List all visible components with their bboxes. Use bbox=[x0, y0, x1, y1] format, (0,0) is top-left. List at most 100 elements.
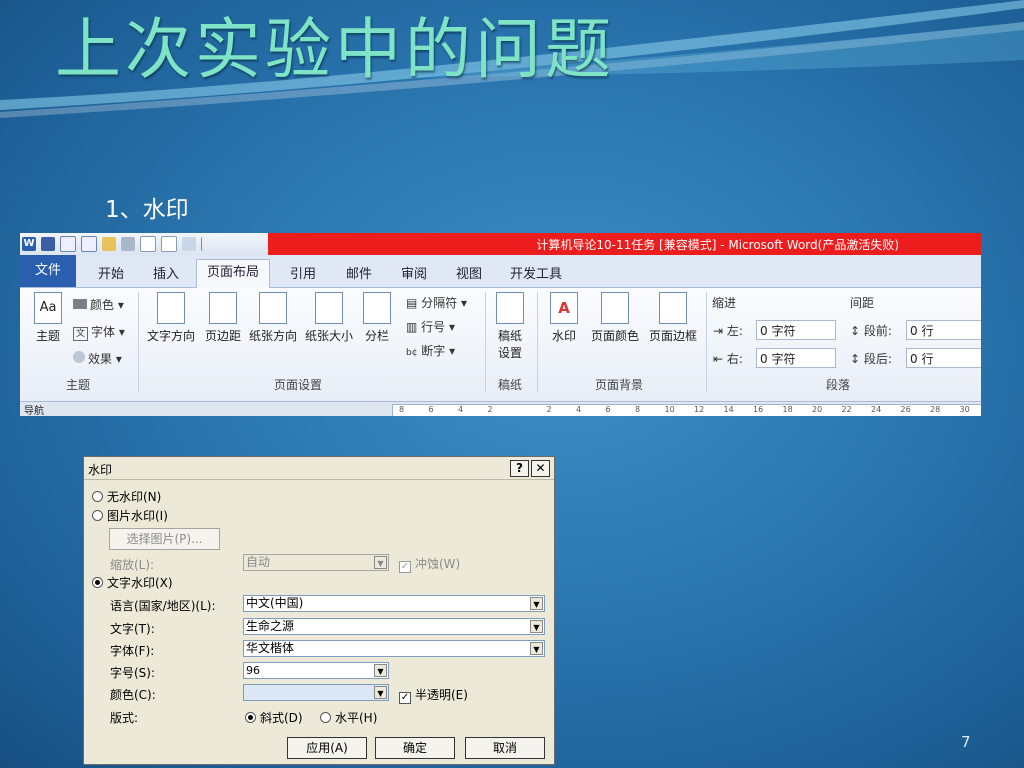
text-watermark-radio[interactable]: 文字水印(X) bbox=[92, 574, 173, 591]
horizontal-radio[interactable]: 水平(H) bbox=[320, 709, 377, 726]
undo-icon[interactable] bbox=[60, 236, 76, 252]
text-direction-button[interactable]: 文字方向 bbox=[144, 292, 198, 344]
breaks-icon: ▤ bbox=[406, 296, 418, 310]
window-title: 计算机导论10-11任务 [兼容模式] - Microsoft Word(产品激… bbox=[536, 238, 899, 252]
print-icon[interactable] bbox=[121, 237, 135, 251]
ruler-tick-label: 8 bbox=[399, 405, 405, 414]
indent-left-input[interactable]: 0 字符 bbox=[756, 320, 836, 340]
margins-button[interactable]: 页边距 bbox=[201, 292, 245, 344]
ruler-tick-label: 2 bbox=[546, 405, 552, 414]
page-color-button[interactable]: 页面颜色 bbox=[587, 292, 643, 344]
spacing-after-input[interactable]: 0 行 bbox=[906, 348, 981, 368]
group-label-themes: 主题 bbox=[66, 378, 91, 392]
close-button[interactable]: ✕ bbox=[531, 460, 550, 477]
page-color-icon bbox=[601, 292, 629, 324]
ok-button[interactable]: 确定 bbox=[375, 737, 455, 759]
dialog-title: 水印 bbox=[88, 463, 113, 477]
theme-effects-button[interactable]: 效果 ▾ bbox=[73, 350, 122, 367]
tab-mailings[interactable]: 邮件 bbox=[346, 263, 372, 282]
ruler-tick-label: 18 bbox=[782, 405, 793, 414]
breaks-button[interactable]: ▤ 分隔符 ▾ bbox=[406, 294, 467, 311]
tab-home[interactable]: 开始 bbox=[98, 263, 124, 282]
color-select[interactable]: ▼ bbox=[243, 684, 389, 701]
quick-access-toolbar: W bbox=[22, 236, 210, 252]
diagonal-radio[interactable]: 斜式(D) bbox=[245, 709, 303, 726]
indent-label: 缩进 bbox=[712, 296, 737, 310]
text-direction-icon bbox=[157, 292, 185, 324]
horizontal-ruler[interactable]: 8 6 4 2 2 4 6 8 10 12 14 16 18 20 22 24 26 28 30 bbox=[392, 404, 981, 416]
line-numbers-button[interactable]: ▥ 行号 ▾ bbox=[406, 318, 455, 335]
ruler-tick-label: 28 bbox=[930, 405, 941, 414]
size-label: 字号(S): bbox=[110, 666, 156, 680]
text-input[interactable]: 生命之源 ▼ bbox=[243, 618, 545, 635]
semitransparent-checkbox[interactable]: ✓ 半透明(E) bbox=[399, 686, 468, 704]
size-select[interactable]: 96 ▼ bbox=[243, 662, 389, 679]
word-app-icon[interactable]: W bbox=[22, 237, 36, 251]
cancel-button[interactable]: 取消 bbox=[465, 737, 545, 759]
text-dropdown-icon: ▼ bbox=[530, 620, 543, 633]
themes-icon: Aa bbox=[34, 292, 62, 324]
theme-fonts-button[interactable]: 文字体 ▾ bbox=[73, 323, 125, 341]
apply-button[interactable]: 应用(A) bbox=[287, 737, 367, 759]
save-icon[interactable] bbox=[41, 237, 55, 251]
indent-right-input[interactable]: 0 字符 bbox=[756, 348, 836, 368]
ruler-tick-label: 10 bbox=[664, 405, 675, 414]
ruler-tick-label: 6 bbox=[428, 405, 434, 414]
select-picture-button[interactable]: 选择图片(P)... bbox=[109, 528, 220, 550]
tab-references[interactable]: 引用 bbox=[290, 263, 316, 282]
qat-dropdown-icon[interactable] bbox=[201, 237, 210, 251]
group-label-page-setup: 页面设置 bbox=[274, 378, 323, 392]
language-select[interactable]: 中文(中国) ▼ bbox=[243, 595, 545, 612]
help-button[interactable]: ? bbox=[510, 460, 529, 477]
group-label-draft: 稿纸 bbox=[498, 378, 523, 392]
ruler-tick-label: 4 bbox=[576, 405, 582, 414]
tab-insert[interactable]: 插入 bbox=[153, 263, 179, 282]
tab-file[interactable]: 文件 bbox=[20, 255, 76, 287]
email-icon[interactable] bbox=[182, 237, 196, 251]
size-button[interactable]: 纸张大小 bbox=[302, 292, 356, 344]
watermark-dialog: 水印 ? ✕ 无水印(N) 图片水印(I) 选择图片(P)... 缩放(L): … bbox=[83, 456, 555, 765]
font-dropdown-icon: ▼ bbox=[530, 642, 543, 655]
language-dropdown-icon: ▼ bbox=[530, 597, 543, 610]
dialog-title-bar: 水印 ? ✕ bbox=[84, 457, 554, 480]
hyphenation-button[interactable]: b¢ 断字 ▾ bbox=[406, 342, 455, 359]
scale-select[interactable]: 自动 ▼ bbox=[243, 554, 389, 571]
orientation-icon bbox=[259, 292, 287, 324]
tab-view[interactable]: 视图 bbox=[456, 263, 482, 282]
font-select[interactable]: 华文楷体 ▼ bbox=[243, 640, 545, 657]
theme-colors-button[interactable]: 颜色 ▾ bbox=[73, 296, 124, 313]
ruler-tick-label: 4 bbox=[458, 405, 464, 414]
tab-page-layout[interactable]: 页面布局 bbox=[196, 259, 270, 288]
text-label: 文字(T): bbox=[110, 622, 155, 636]
tab-review[interactable]: 审阅 bbox=[401, 263, 427, 282]
themes-button[interactable]: Aa 主题 bbox=[30, 292, 66, 344]
spacing-label: 间距 bbox=[850, 296, 875, 310]
scale-label: 缩放(L): bbox=[110, 558, 155, 572]
ribbon-tabs: 文件 开始 插入 页面布局 引用 邮件 审阅 视图 开发工具 bbox=[20, 255, 981, 288]
page-borders-icon bbox=[659, 292, 687, 324]
orientation-button[interactable]: 纸张方向 bbox=[246, 292, 300, 344]
ribbon-panel: Aa 主题 颜色 ▾ 文字体 ▾ 效果 ▾ 主题 文字方向 页边距 纸张方向 纸… bbox=[20, 288, 981, 400]
ruler-tick-label: 14 bbox=[723, 405, 734, 414]
picture-watermark-radio[interactable]: 图片水印(I) bbox=[92, 507, 168, 524]
scale-dropdown-icon: ▼ bbox=[374, 556, 387, 569]
watermark-button[interactable]: A 水印 bbox=[546, 292, 582, 344]
group-label-page-background: 页面背景 bbox=[595, 378, 644, 392]
tab-developer[interactable]: 开发工具 bbox=[510, 263, 562, 282]
hyphenation-icon: b¢ bbox=[406, 348, 418, 358]
page-borders-button[interactable]: 页面边框 bbox=[645, 292, 701, 344]
redo-icon[interactable] bbox=[81, 236, 97, 252]
open-icon[interactable] bbox=[102, 237, 116, 251]
no-watermark-radio[interactable]: 无水印(N) bbox=[92, 488, 161, 505]
new-icon[interactable] bbox=[140, 236, 156, 252]
draft-paper-button[interactable]: 稿纸 设置 bbox=[492, 292, 528, 361]
fonts-icon: 文 bbox=[73, 327, 88, 341]
ruler-tick-label: 20 bbox=[812, 405, 823, 414]
spacing-before-input[interactable]: 0 行 bbox=[906, 320, 981, 340]
preview-icon[interactable] bbox=[161, 236, 177, 252]
ruler-tick-label: 24 bbox=[871, 405, 882, 414]
word-ribbon-screenshot: W 计算机导论10-11任务 [兼容模式] - Microsoft Word(产… bbox=[20, 233, 981, 416]
washout-checkbox[interactable]: ✓ 冲蚀(W) bbox=[399, 555, 460, 573]
columns-button[interactable]: 分栏 bbox=[360, 292, 394, 344]
page-size-icon bbox=[315, 292, 343, 324]
